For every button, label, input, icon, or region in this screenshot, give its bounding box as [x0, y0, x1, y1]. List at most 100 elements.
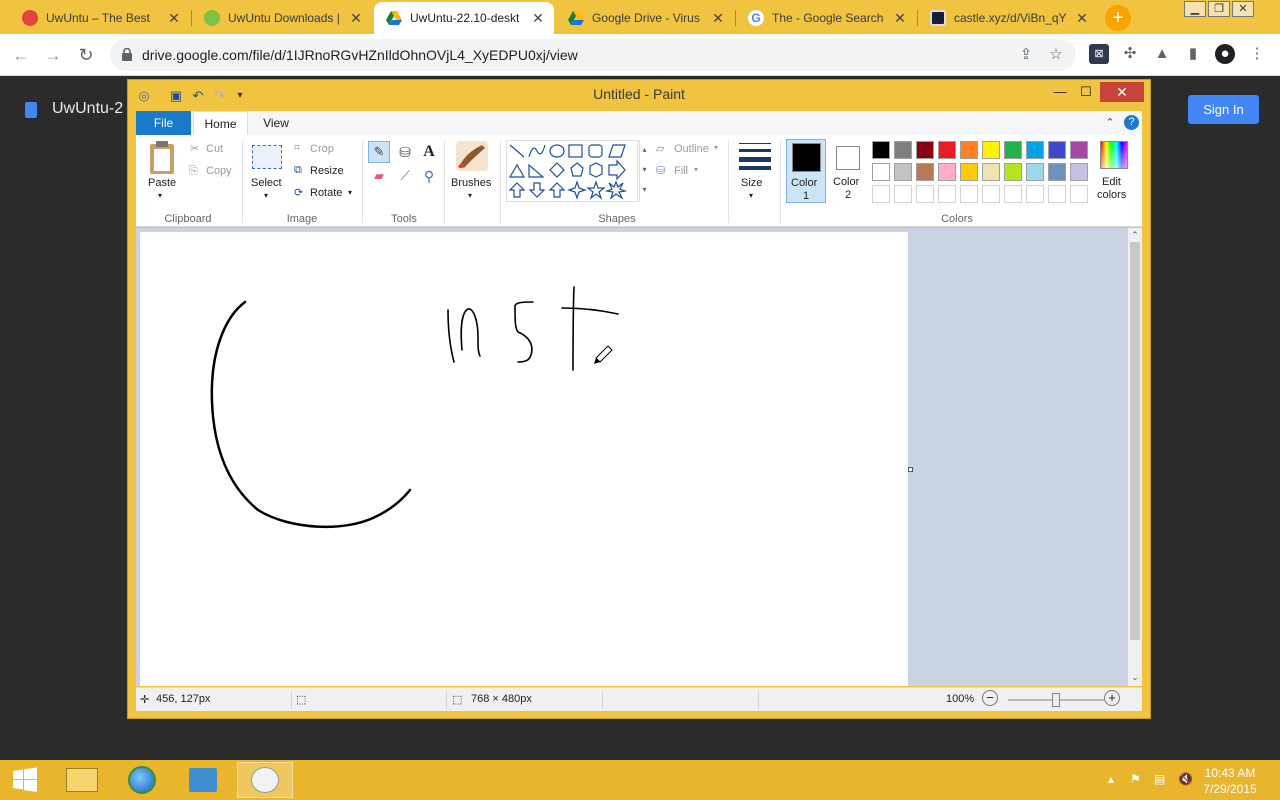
- extension-icon[interactable]: ⊠: [1089, 44, 1109, 64]
- palette-swatch[interactable]: [894, 163, 912, 181]
- palette-custom-slot[interactable]: [960, 185, 978, 203]
- reload-button[interactable]: ↻: [73, 42, 99, 68]
- palette-swatch[interactable]: [960, 141, 978, 159]
- palette-swatch[interactable]: [960, 163, 978, 181]
- zoom-slider[interactable]: [1008, 693, 1104, 707]
- palette-swatch[interactable]: [894, 141, 912, 159]
- browser-tab-6[interactable]: castle.xyz/d/ViBn_qY ✕: [918, 2, 1098, 34]
- shapes-scroll[interactable]: ▴ ▾ ▾: [639, 140, 649, 202]
- cut-button[interactable]: Cut: [206, 143, 223, 155]
- sign-in-button[interactable]: Sign In: [1188, 95, 1259, 124]
- zoom-out-icon[interactable]: −: [982, 690, 998, 706]
- palette-custom-slot[interactable]: [938, 185, 956, 203]
- share-icon[interactable]: ⇪: [1016, 45, 1036, 65]
- tab-file[interactable]: File: [136, 111, 191, 135]
- restore-icon[interactable]: ❐: [1208, 1, 1230, 17]
- palette-swatch[interactable]: [1048, 163, 1066, 181]
- collapse-ribbon-chevron-icon[interactable]: ⌃: [1102, 111, 1118, 135]
- action-center-flag-icon[interactable]: ⚑: [1130, 772, 1141, 786]
- kebab-menu-icon[interactable]: ⋮: [1247, 44, 1267, 64]
- canvas-resize-handle[interactable]: [908, 467, 913, 472]
- start-button[interactable]: [0, 762, 50, 798]
- palette-swatch[interactable]: [916, 163, 934, 181]
- bookmark-star-icon[interactable]: ☆: [1046, 45, 1066, 65]
- palette-custom-slot[interactable]: [916, 185, 934, 203]
- zoom-in-icon[interactable]: +: [1104, 690, 1120, 706]
- fill-button[interactable]: Fill: [674, 165, 688, 177]
- palette-swatch[interactable]: [872, 163, 890, 181]
- browser-tab-2[interactable]: UwUntu Downloads | ✕: [192, 2, 372, 34]
- side-panel-icon[interactable]: ▮: [1183, 44, 1203, 64]
- close-icon[interactable]: ✕: [530, 10, 546, 27]
- palette-custom-slot[interactable]: [1026, 185, 1044, 203]
- palette-swatch[interactable]: [938, 141, 956, 159]
- crop-button[interactable]: Crop: [310, 143, 334, 155]
- paint-close-icon[interactable]: ✕: [1100, 82, 1144, 102]
- clock-time[interactable]: 10:43 AM: [1200, 766, 1260, 780]
- select-button[interactable]: Select ▾: [248, 141, 288, 200]
- drawing-canvas[interactable]: [140, 232, 908, 686]
- shapes-gallery[interactable]: [506, 140, 638, 202]
- palette-custom-slot[interactable]: [894, 185, 912, 203]
- palette-swatch[interactable]: [1026, 141, 1044, 159]
- fill-bucket-icon[interactable]: ⛁: [394, 141, 416, 163]
- help-icon[interactable]: ?: [1124, 115, 1139, 130]
- scroll-up-icon[interactable]: ⌃: [1130, 230, 1140, 240]
- extensions-puzzle-icon[interactable]: ✣: [1120, 44, 1140, 64]
- profile-avatar-icon[interactable]: ●: [1215, 44, 1235, 64]
- paint-minimize-icon[interactable]: —: [1048, 82, 1072, 102]
- copy-button[interactable]: Copy: [206, 165, 232, 177]
- volume-muted-icon[interactable]: 🔇: [1178, 772, 1193, 786]
- palette-swatch[interactable]: [938, 163, 956, 181]
- scroll-down-icon[interactable]: ⌄: [1130, 672, 1140, 682]
- close-window-icon[interactable]: ✕: [1232, 1, 1254, 17]
- edit-colors-button[interactable]: Edit colors: [1094, 139, 1136, 203]
- palette-swatch[interactable]: [1004, 141, 1022, 159]
- new-tab-button[interactable]: +: [1105, 5, 1131, 31]
- close-icon[interactable]: ✕: [1074, 10, 1090, 27]
- color1-button[interactable]: Color 1: [786, 139, 826, 203]
- back-button[interactable]: ←: [8, 42, 34, 68]
- browser-tab-5[interactable]: G The - Google Search ✕: [736, 2, 916, 34]
- palette-swatch[interactable]: [982, 141, 1000, 159]
- tab-view[interactable]: View: [250, 111, 302, 135]
- outline-button[interactable]: Outline: [674, 143, 709, 155]
- browser-tab-1[interactable]: UwUntu – The Best ✕: [10, 2, 190, 34]
- vertical-scrollbar[interactable]: ⌃ ⌄: [1128, 228, 1142, 686]
- taskbar-browser[interactable]: [114, 762, 170, 798]
- pencil-tool-icon[interactable]: ✎: [368, 141, 390, 163]
- close-icon[interactable]: ✕: [166, 10, 182, 27]
- paint-maximize-icon[interactable]: ☐: [1074, 82, 1098, 102]
- taskbar-store[interactable]: [175, 762, 231, 798]
- forward-button[interactable]: →: [40, 42, 66, 68]
- network-icon[interactable]: ▤: [1154, 772, 1165, 786]
- color-picker-icon[interactable]: ⟋: [394, 165, 416, 187]
- flask-icon[interactable]: ▲: [1152, 44, 1172, 64]
- browser-tab-3-active[interactable]: UwUntu-22.10-deskt ✕: [374, 2, 554, 34]
- text-tool-icon[interactable]: A: [418, 141, 440, 163]
- palette-swatch[interactable]: [916, 141, 934, 159]
- palette-swatch[interactable]: [1048, 141, 1066, 159]
- browser-tab-4[interactable]: Google Drive - Virus ✕: [556, 2, 734, 34]
- palette-swatch[interactable]: [872, 141, 890, 159]
- palette-custom-slot[interactable]: [1004, 185, 1022, 203]
- rotate-button[interactable]: Rotate: [310, 187, 342, 199]
- minimize-icon[interactable]: ▁: [1184, 1, 1206, 17]
- show-hidden-icons-icon[interactable]: ▴: [1108, 772, 1114, 786]
- close-icon[interactable]: ✕: [710, 10, 726, 27]
- taskbar-file-explorer[interactable]: [54, 762, 110, 798]
- zoom-slider-thumb[interactable]: [1052, 693, 1060, 707]
- tab-home[interactable]: Home: [193, 111, 248, 135]
- palette-custom-slot[interactable]: [872, 185, 890, 203]
- taskbar-paint[interactable]: [237, 762, 293, 798]
- scrollbar-thumb[interactable]: [1130, 242, 1140, 640]
- magnifier-icon[interactable]: ⚲: [418, 165, 440, 187]
- palette-custom-slot[interactable]: [1070, 185, 1088, 203]
- palette-swatch[interactable]: [1070, 163, 1088, 181]
- close-icon[interactable]: ✕: [892, 10, 908, 27]
- palette-custom-slot[interactable]: [982, 185, 1000, 203]
- paste-button[interactable]: Paste ▾: [142, 141, 182, 200]
- palette-custom-slot[interactable]: [1048, 185, 1066, 203]
- eraser-icon[interactable]: ▰: [368, 165, 390, 187]
- palette-swatch[interactable]: [1070, 141, 1088, 159]
